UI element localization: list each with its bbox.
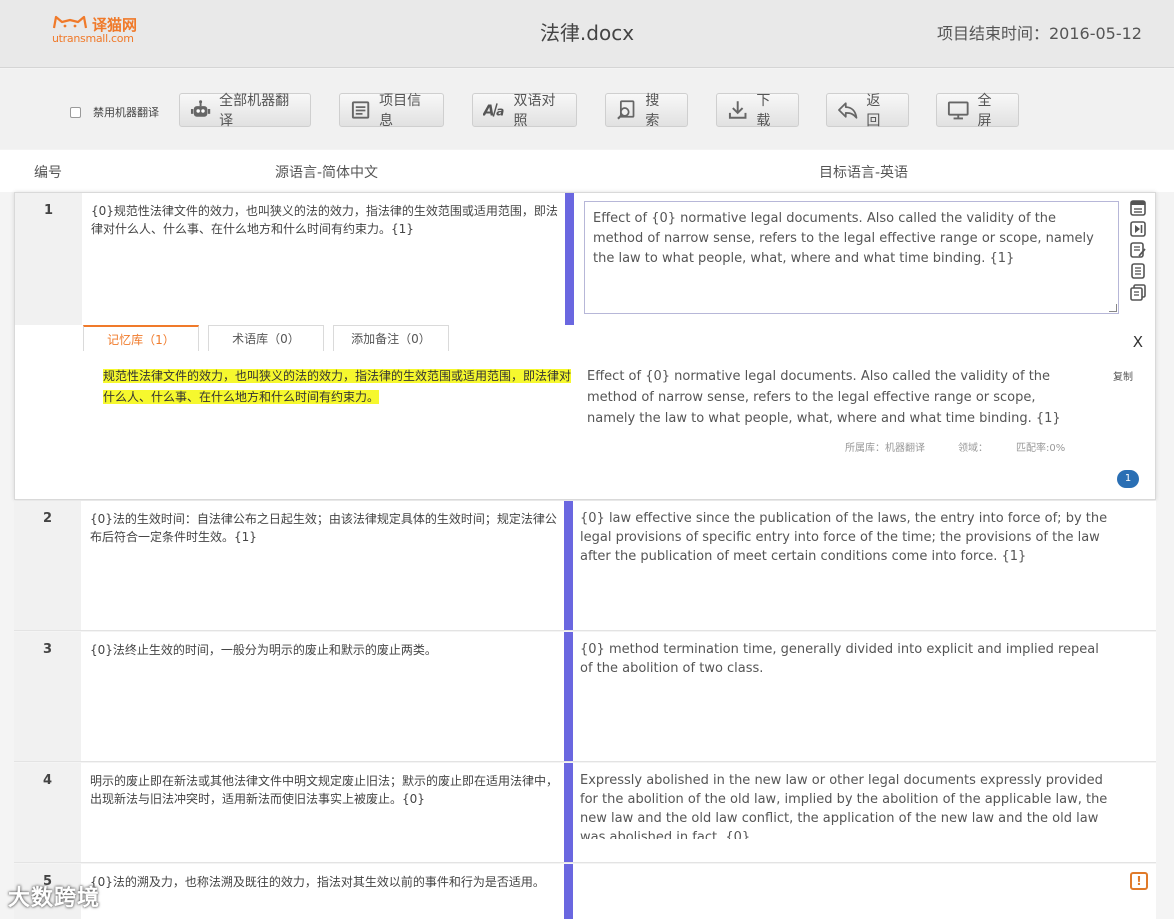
segment-row-2[interactable]: 2 {0}法的生效时间：自法律公布之日起生效；由该法律规定具体的生效时间；规定法… [14,501,1156,631]
tab-termbase[interactable]: 术语库（0） [208,325,324,351]
back-label: 返 回 [866,93,881,129]
segment-row-3[interactable]: 3 {0}法终止生效的时间，一般分为明示的废止和默示的废止两类。 {0} met… [14,632,1156,762]
column-header-source: 源语言-简体中文 [275,165,379,181]
memory-target-text: Effect of {0} normative legal documents.… [587,369,1061,426]
segment-source-text: {0}法终止生效的时间，一般分为明示的废止和默示的废止两类。 [90,643,437,657]
tab-memory[interactable]: 记忆库（1） [83,325,199,351]
segment-divider [564,501,573,630]
copy-memory-button[interactable]: 复制 [1113,368,1133,383]
document-icon [351,101,370,119]
memory-domain: 领域： [958,443,988,454]
translate-all-mt-label: 全部机器翻译 [219,93,290,129]
segment-row-4[interactable]: 4 明示的废止即在新法或其他法律文件中明文规定废止旧法；默示的废止即在适用法律中… [14,763,1156,863]
match-count-badge: 1 [1117,470,1139,488]
monitor-icon [947,101,969,120]
column-headers: 编号 源语言-简体中文 目标语言-英语 [0,150,1174,192]
svg-text:a: a [496,105,504,119]
memory-match-rate: 匹配率:0% [1016,443,1066,454]
textarea-resize-handle[interactable] [1109,304,1117,312]
disable-mt-label: 禁用机器翻译 [93,106,159,119]
segment-source-text: {0}法的溯及力，也称法溯及既往的效力，指法对其生效以前的事件和行为是否适用。 [90,875,545,889]
project-info-button[interactable]: 项目信息 [339,93,444,129]
next-segment-icon[interactable] [1129,220,1147,238]
project-end-time: 项目结束时间：2016-05-12 [937,24,1142,43]
cat-logo-icon [52,15,88,29]
segment-target-text[interactable]: Expressly abolished in the new law or ot… [580,771,1110,839]
segment-source-text: {0}法的生效时间：自法律公布之日起生效；由该法律规定具体的生效时间；规定法律公… [90,512,557,544]
toolbar: 禁用机器翻译 全部机器翻译 项目信息 A a 双语对照 搜 索 下 载 返 回 … [0,69,1174,149]
back-icon [838,102,858,119]
segment-target-text[interactable]: {0} law effective since the publication … [580,509,1110,566]
segment-divider [564,864,573,919]
search-icon [617,100,635,120]
segment-source-text: {0}规范性法律文件的效力，也叫狭义的法的效力，指法律的生效范围或适用范围，即法… [91,204,558,236]
watermark: 大数跨境 [8,886,101,911]
project-info-label: 项目信息 [379,93,422,129]
segment-number: 1 [15,193,82,325]
disable-mt-checkbox[interactable] [70,106,81,118]
bilingual-view-label: 双语对照 [513,93,556,129]
column-header-target: 目标语言-英语 [819,165,909,181]
segment-number: 4 [14,763,81,862]
search-label: 搜 索 [645,93,660,129]
target-edit-text: Effect of {0} normative legal documents.… [593,211,1094,266]
logo-english-text: utransmall.com [52,32,134,45]
segment-divider [565,193,574,325]
column-header-number: 编号 [34,165,62,181]
app-header: 译猫网 utransmall.com 法律.docx 项目结束时间：2016-0… [0,0,1174,68]
memory-source-db: 所属库：机器翻译 [845,443,925,454]
segment-source-text: 明示的废止即在新法或其他法律文件中明文规定废止旧法；默示的废止即在适用法律中，出… [90,774,559,806]
segment-number: 2 [14,501,81,630]
confirm-segment-icon[interactable] [1129,199,1147,217]
target-edit-textarea[interactable]: Effect of {0} normative legal documents.… [584,201,1119,314]
duplicate-icon[interactable] [1129,283,1147,301]
segment-target-text[interactable]: {0} method termination time, generally d… [580,640,1110,678]
segment-actions [1129,199,1149,304]
bilingual-view-button[interactable]: A a 双语对照 [472,93,577,129]
utransmall-logo[interactable]: 译猫网 utransmall.com [52,14,148,48]
disable-mt-option[interactable]: 禁用机器翻译 [70,104,159,120]
segment-number: 3 [14,632,81,761]
svg-text:A: A [483,102,495,120]
segment-divider [564,763,573,862]
download-icon [728,101,747,119]
robot-icon [190,100,211,117]
fullscreen-button[interactable]: 全 屏 [936,93,1019,129]
download-button[interactable]: 下 载 [716,93,799,129]
segment-divider [564,632,573,761]
back-button[interactable]: 返 回 [826,93,909,129]
memory-source-text: 规范性法律文件的效力，也叫狭义的法的效力，指法律的生效范围或适用范围，即法律对什… [103,366,573,408]
warning-icon[interactable]: ! [1130,872,1148,890]
search-button[interactable]: 搜 索 [605,93,688,129]
copy-source-icon[interactable] [1129,262,1147,280]
translate-all-mt-button[interactable]: 全部机器翻译 [179,93,311,129]
memory-source-highlight: 规范性法律文件的效力，也叫狭义的法的效力，指法律的生效范围或适用范围，即法律对什… [103,369,572,404]
close-panel-button[interactable]: X [1133,333,1143,351]
segment-row-5[interactable]: 5 {0}法的溯及力，也称法溯及既往的效力，指法对其生效以前的事件和行为是否适用… [14,864,1156,919]
edit-note-icon[interactable] [1129,241,1147,259]
tab-add-note[interactable]: 添加备注（0） [333,325,449,351]
fullscreen-label: 全 屏 [977,93,992,129]
segment-row-1[interactable]: 1 {0}规范性法律文件的效力，也叫狭义的法的效力，指法律的生效范围或适用范围，… [14,192,1156,500]
download-label: 下 载 [756,93,771,129]
bilingual-icon: A a [483,102,504,120]
